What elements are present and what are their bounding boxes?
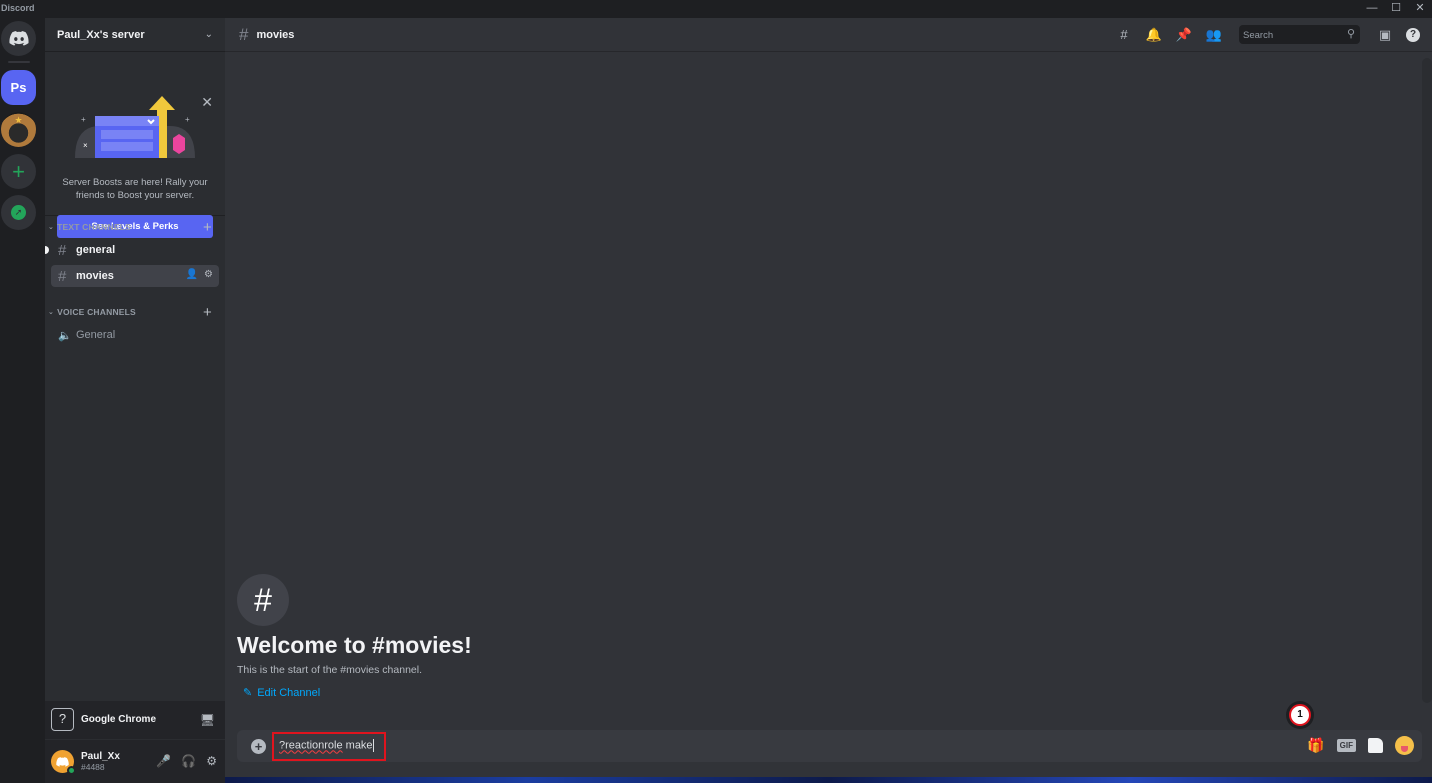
microphone-icon[interactable]: 🎤 xyxy=(156,754,171,768)
channel-list: ⌄ TEXT CHANNELS + # general # movies 👤 ⚙… xyxy=(45,217,225,346)
search-input[interactable] xyxy=(1239,26,1360,45)
inbox-icon[interactable]: ▣ xyxy=(1376,27,1394,43)
stream-screen-icon[interactable]: 🖥 xyxy=(200,713,215,727)
channel-header: # movies # 🔔 📌 👥 ⚲ ▣ ? xyxy=(225,18,1432,52)
server-header-button[interactable]: Paul_Xx's server ⌄ xyxy=(45,18,225,52)
avatar[interactable] xyxy=(51,750,76,775)
hash-icon: # xyxy=(237,574,289,626)
chat-area: # movies # 🔔 📌 👥 ⚲ ▣ ? # Welcome to #mov… xyxy=(225,18,1432,783)
bell-icon[interactable]: 🔔 xyxy=(1145,27,1163,43)
category-label: TEXT CHANNELS xyxy=(57,222,131,232)
channel-title: movies xyxy=(256,28,295,41)
user-tag: #4488 xyxy=(81,762,105,772)
channel-welcome: # Welcome to #movies! This is the start … xyxy=(237,574,472,699)
svg-text:×: × xyxy=(83,141,88,150)
minimize-button[interactable]: — xyxy=(1361,0,1383,18)
server-icon-ps[interactable]: Ps xyxy=(1,70,36,105)
gift-icon[interactable]: 🎁 xyxy=(1307,737,1324,754)
text-caret xyxy=(372,739,374,752)
hash-icon: # xyxy=(239,24,249,44)
scrollbar[interactable] xyxy=(1422,58,1432,703)
desktop-background-strip xyxy=(225,777,1432,783)
step-badge: 1 xyxy=(1289,704,1311,726)
message-text: make xyxy=(342,739,373,752)
channel-movies[interactable]: # movies 👤 ⚙ xyxy=(51,265,219,287)
unread-indicator xyxy=(45,246,49,254)
speaker-icon: 🔈 xyxy=(58,329,72,342)
channel-general[interactable]: # general xyxy=(45,239,219,261)
hash-icon: # xyxy=(58,267,67,285)
pencil-icon: ✎ xyxy=(243,687,253,699)
channel-sidebar: Paul_Xx's server ⌄ ✕ + + × Server Boosts… xyxy=(45,18,225,783)
welcome-subtitle: This is the start of the #movies channel… xyxy=(237,664,423,676)
edit-channel-label: Edit Channel xyxy=(257,686,321,699)
hash-icon: # xyxy=(58,241,67,259)
maximize-button[interactable]: ☐ xyxy=(1385,0,1407,18)
discord-logo-icon xyxy=(56,756,69,767)
svg-text:+: + xyxy=(81,115,86,124)
search-box[interactable]: ⚲ xyxy=(1239,25,1360,45)
gif-button[interactable]: GIF xyxy=(1336,739,1356,752)
edit-channel-link[interactable]: ✎ Edit Channel xyxy=(243,686,472,700)
close-window-button[interactable]: ✕ xyxy=(1409,0,1431,18)
threads-icon[interactable]: # xyxy=(1115,27,1133,42)
home-button[interactable] xyxy=(1,21,36,56)
server-initials: Ps xyxy=(10,80,27,95)
message-composer: + ?reactionrole make 🎁 GIF xyxy=(237,730,1422,762)
discord-logo-icon xyxy=(8,31,29,46)
help-icon[interactable]: ? xyxy=(1406,27,1420,42)
create-channel-button[interactable]: + xyxy=(203,219,212,236)
guild-separator xyxy=(8,61,30,63)
category-text-channels[interactable]: ⌄ TEXT CHANNELS + xyxy=(45,217,225,237)
chevron-down-icon: ⌄ xyxy=(48,224,55,231)
search-icon: ⚲ xyxy=(1346,28,1355,40)
upload-plus-button[interactable]: + xyxy=(251,739,266,754)
server-boost-banner: ✕ + + × Server Boosts are here! Rally yo… xyxy=(45,52,225,238)
user-panel: Paul_Xx #4488 🎤 🎧 ⚙ xyxy=(45,740,225,783)
explore-servers-button[interactable]: ➚ xyxy=(1,195,36,230)
message-input[interactable]: ?reactionrole make xyxy=(279,739,374,752)
unknown-game-icon: ? xyxy=(51,708,74,731)
chevron-down-icon: ⌄ xyxy=(204,29,213,40)
headphones-icon[interactable]: 🎧 xyxy=(181,754,196,768)
create-channel-button[interactable]: + xyxy=(203,304,212,321)
boost-banner-text: Server Boosts are here! Rally your frien… xyxy=(62,177,208,201)
invite-people-icon[interactable]: 👤 xyxy=(186,269,198,280)
gear-icon[interactable]: ⚙ xyxy=(206,754,217,768)
activity-panel: ? Google Chrome 🖥 xyxy=(45,701,225,739)
category-voice-channels[interactable]: ⌄ VOICE CHANNELS + xyxy=(45,302,225,322)
emoji-icon[interactable] xyxy=(1395,736,1414,755)
channel-name: movies xyxy=(76,270,114,282)
chevron-down-icon: ⌄ xyxy=(48,309,55,316)
activity-name: Google Chrome xyxy=(81,714,157,725)
pin-icon[interactable]: 📌 xyxy=(1175,27,1193,43)
server-icon-image[interactable]: ★ xyxy=(1,112,36,147)
sticker-icon[interactable] xyxy=(1368,738,1383,753)
gear-icon[interactable]: ⚙ xyxy=(204,269,213,280)
compass-icon: ➚ xyxy=(11,205,26,220)
window-titlebar: Discord — ☐ ✕ xyxy=(0,0,1432,18)
channel-name: General xyxy=(76,329,116,341)
boost-illustration-icon: + + × xyxy=(75,96,195,158)
close-icon[interactable]: ✕ xyxy=(201,94,213,111)
welcome-title: Welcome to #movies! xyxy=(237,632,472,658)
server-name: Paul_Xx's server xyxy=(57,28,145,41)
app-name: Discord xyxy=(1,3,35,13)
server-list: Ps ★ + ➚ xyxy=(0,18,45,783)
member-list-icon[interactable]: 👥 xyxy=(1205,27,1223,43)
svg-text:+: + xyxy=(185,115,190,124)
plus-icon: + xyxy=(12,158,25,184)
misspelled-word: ?reactionrole xyxy=(279,739,343,752)
username: Paul_Xx xyxy=(81,751,120,762)
channel-name: general xyxy=(76,244,116,256)
online-status-indicator xyxy=(67,766,76,775)
add-server-button[interactable]: + xyxy=(1,154,36,189)
user-info[interactable]: Paul_Xx #4488 xyxy=(81,751,120,772)
server-avatar-image: ★ xyxy=(14,115,23,125)
category-label: VOICE CHANNELS xyxy=(57,307,136,317)
voice-channel-general[interactable]: 🔈 General xyxy=(51,324,219,346)
